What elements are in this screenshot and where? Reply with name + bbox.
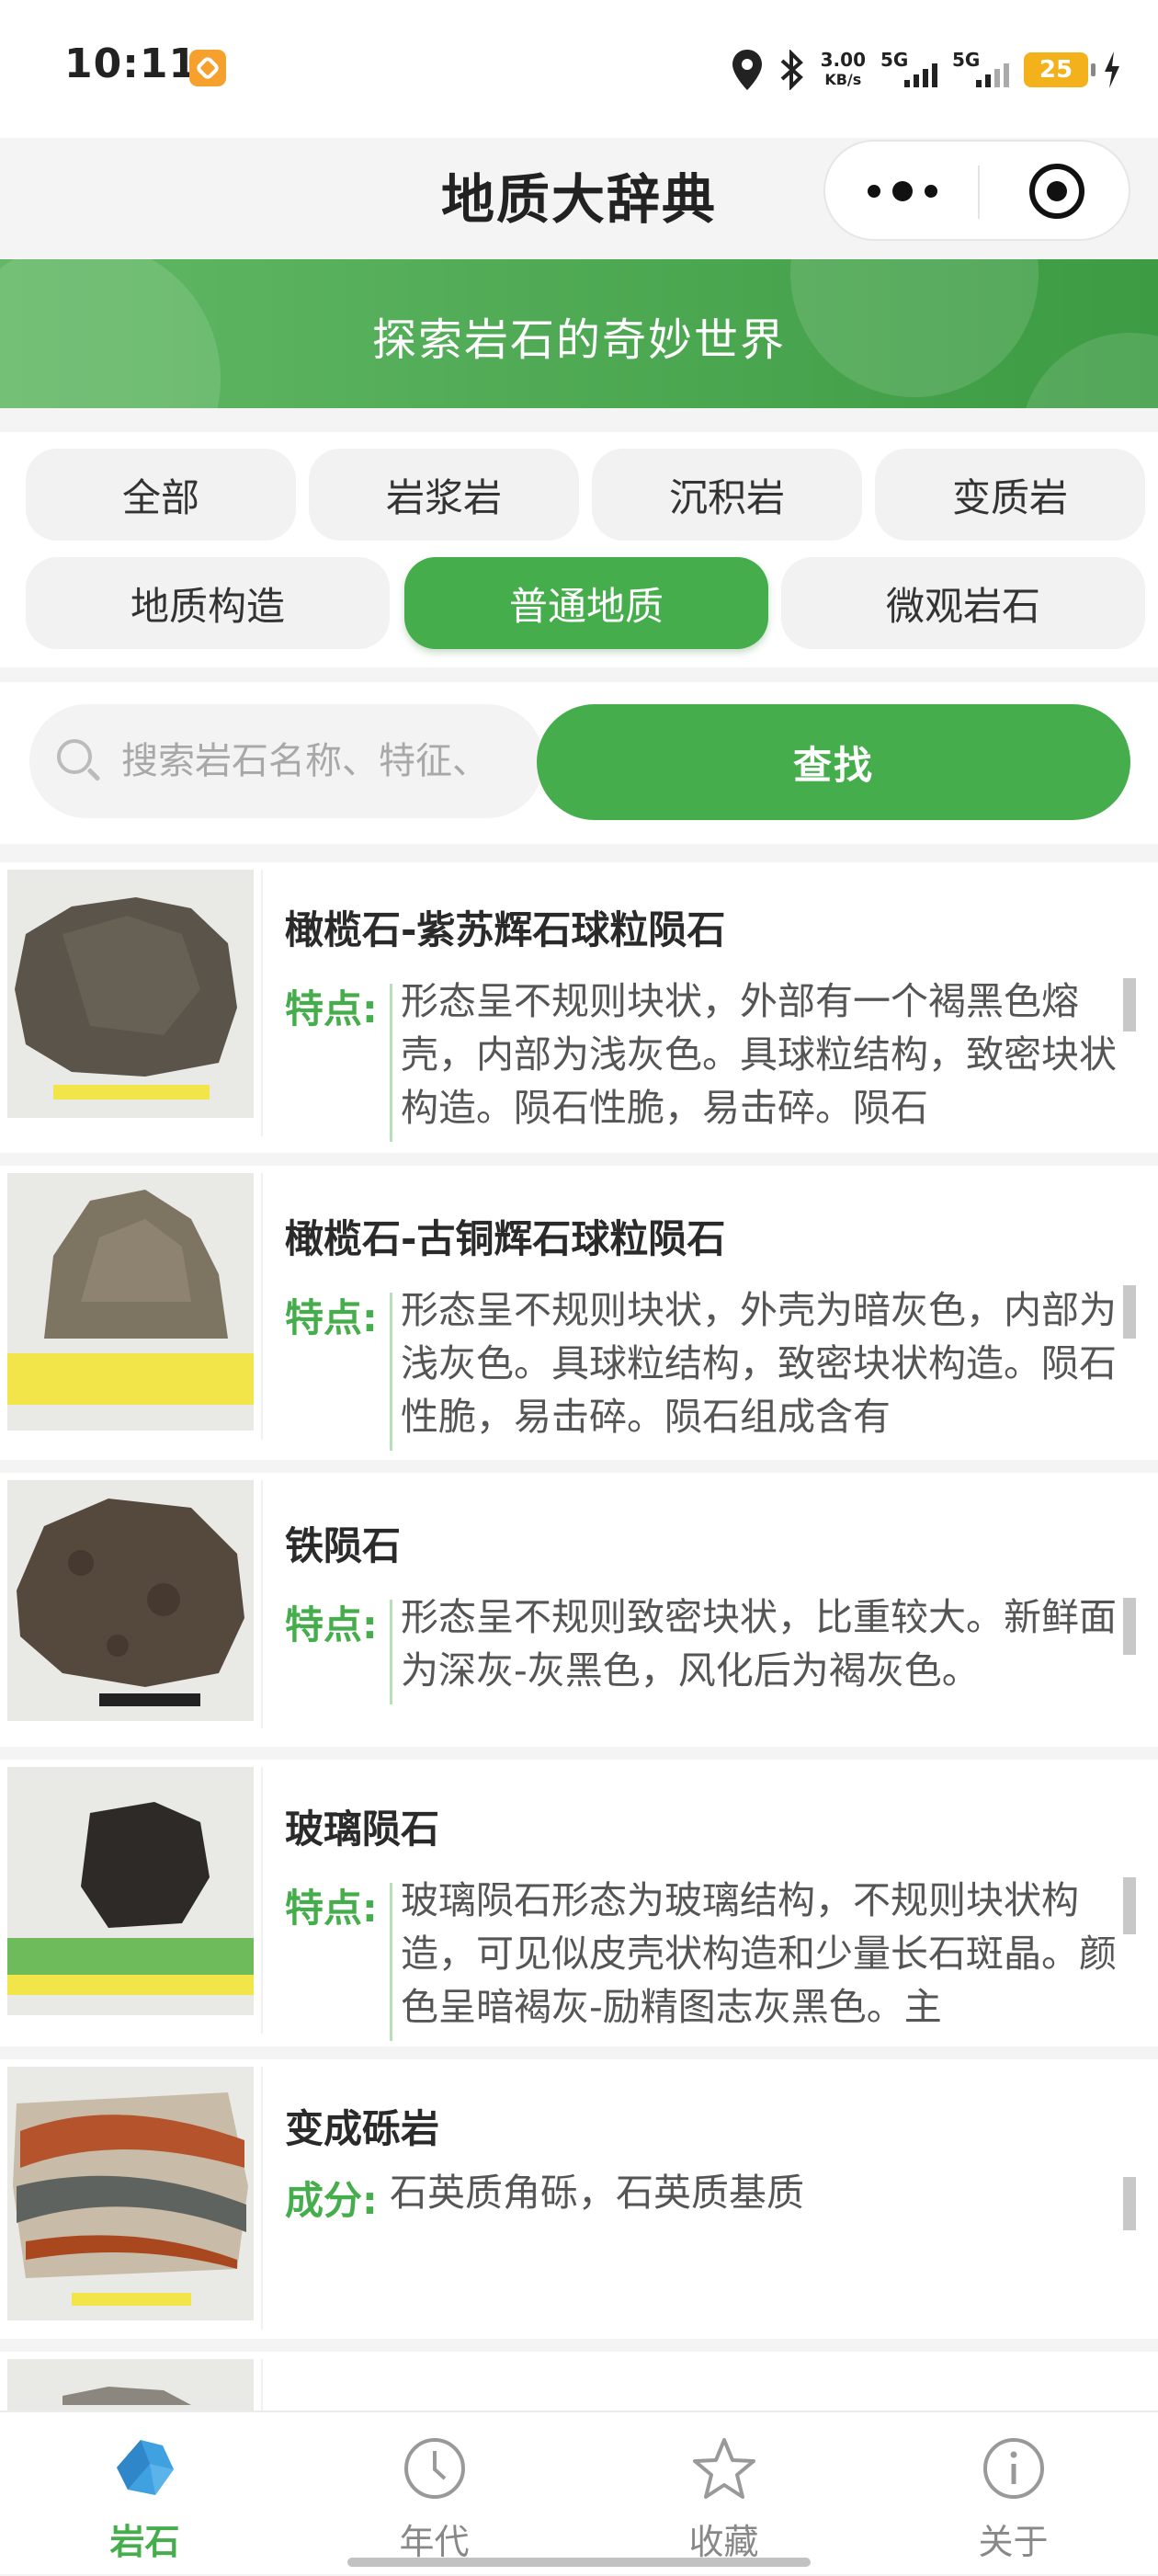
rock-card[interactable]: 变成砾岩 成分: 石英质角砾，石英质基质 <box>0 2059 1158 2339</box>
rock-thumbnail <box>7 870 254 1118</box>
text-scrollbar[interactable] <box>1123 1285 1136 1339</box>
rock-name: 铁陨石 <box>285 1523 402 1568</box>
feature-text: 形态呈不规则块状，外部有一个褐黑色熔壳，内部为浅灰色。具球粒结构，致密块状构造。… <box>401 979 1117 1130</box>
tab-label: 岩石 <box>109 2522 180 2562</box>
tab-label: 关于 <box>978 2522 1049 2562</box>
banner-title: 探索岩石的奇妙世界 <box>371 314 786 366</box>
category-structure[interactable]: 地质构造 <box>26 557 390 649</box>
category-metamorphic[interactable]: 变质岩 <box>875 449 1145 541</box>
composition-label: 成分: <box>285 2178 378 2223</box>
feature-text: 玻璃陨石形态为玻璃结构，不规则块状构造，可见似皮壳状构造和少量长石斑晶。颜色呈暗… <box>401 1878 1117 2029</box>
rock-image <box>13 2092 248 2278</box>
app-notification-icon <box>189 50 226 86</box>
search-icon <box>57 739 92 774</box>
scale-ruler <box>99 1693 200 1706</box>
category-igneous[interactable]: 岩浆岩 <box>309 449 579 541</box>
composition-text: 石英质角砾，石英质基质 <box>390 2171 804 2215</box>
battery-icon: 25 <box>1024 52 1096 87</box>
location-icon <box>732 50 762 90</box>
search-box[interactable] <box>29 704 544 818</box>
rock-thumbnail <box>7 1480 254 1721</box>
rock-card[interactable]: 铁陨石 特点: 形态呈不规则致密块状，比重较大。新鲜面为深灰-灰黑色，风化后为褐… <box>0 1473 1158 1747</box>
network-speed: 3.00 KB/s <box>820 49 866 88</box>
clock-icon <box>404 2438 465 2499</box>
category-micro-rock[interactable]: 微观岩石 <box>781 557 1145 649</box>
status-bar: 10:11 3.00 KB/s 5G 5G 25 <box>0 0 1158 138</box>
rock-card[interactable]: 橄榄石-古铜辉石球粒陨石 特点: 形态呈不规则块状，外壳为暗灰色，内部为浅灰色。… <box>0 1166 1158 1460</box>
rock-thumbnail <box>7 1767 254 2015</box>
text-scrollbar[interactable] <box>1123 978 1136 1032</box>
bottom-tab-bar: 岩石 年代 收藏 关于 <box>0 2411 1158 2574</box>
charging-icon <box>1105 51 1119 88</box>
scale-ruler <box>7 1353 254 1405</box>
status-icons: 3.00 KB/s 5G 5G 25 <box>731 42 1121 97</box>
search-bar: 查找 <box>0 682 1158 844</box>
tab-about[interactable]: 关于 <box>868 2412 1158 2576</box>
rock-name: 变成砾岩 <box>285 2106 440 2151</box>
tab-era[interactable]: 年代 <box>290 2412 579 2576</box>
target-icon[interactable] <box>1029 164 1084 219</box>
feature-text: 形态呈不规则致密块状，比重较大。新鲜面为深灰-灰黑色，风化后为褐灰色。 <box>401 1595 1117 1693</box>
rock-name: 橄榄石-古铜辉石球粒陨石 <box>285 1216 726 1261</box>
rock-image <box>81 1802 210 1928</box>
card-divider <box>261 1480 263 1728</box>
feature-label: 特点: <box>285 986 378 1032</box>
capsule-divider <box>978 165 980 219</box>
feature-label: 特点: <box>285 1295 378 1340</box>
scale-ruler <box>53 1085 210 1100</box>
rock-name: 玻璃陨石 <box>285 1807 440 1852</box>
card-divider <box>261 2067 263 2330</box>
more-dots-icon[interactable] <box>868 180 937 202</box>
rock-image <box>17 1499 244 1687</box>
tab-label: 年代 <box>399 2522 470 2562</box>
category-sedimentary[interactable]: 沉积岩 <box>592 449 862 541</box>
tab-label: 收藏 <box>688 2522 759 2562</box>
rock-card[interactable]: 玻璃陨石 特点: 玻璃陨石形态为玻璃结构，不规则块状构造，可见似皮壳状构造和少量… <box>0 1760 1158 2046</box>
tab-favorites[interactable]: 收藏 <box>579 2412 868 2576</box>
text-scrollbar[interactable] <box>1123 1877 1136 1934</box>
signal-bars-icon <box>976 63 1009 87</box>
signal-1: 5G <box>880 47 937 93</box>
feature-bar <box>390 984 392 1142</box>
feature-label: 特点: <box>285 1602 378 1647</box>
rock-icon <box>117 2440 174 2495</box>
category-general-geology[interactable]: 普通地质 <box>404 557 768 649</box>
scale-ruler <box>72 2293 191 2306</box>
text-scrollbar[interactable] <box>1123 2177 1136 2230</box>
scale-ruler <box>7 1975 254 1995</box>
search-input[interactable] <box>121 704 526 818</box>
category-all[interactable]: 全部 <box>26 449 296 541</box>
tab-rocks[interactable]: 岩石 <box>0 2412 290 2576</box>
rock-image <box>44 1190 228 1339</box>
rock-name: 橄榄石-紫苏辉石球粒陨石 <box>285 907 726 952</box>
star-icon <box>693 2438 755 2499</box>
scale-ruler <box>7 1938 254 1975</box>
feature-label: 特点: <box>285 1886 378 1931</box>
signal-2: 5G <box>952 47 1009 93</box>
card-divider <box>261 870 263 1136</box>
info-icon <box>983 2438 1044 2499</box>
rock-image <box>15 897 237 1077</box>
hero-banner: 探索岩石的奇妙世界 <box>0 259 1158 408</box>
search-button[interactable]: 查找 <box>537 704 1130 820</box>
card-divider <box>261 1767 263 2034</box>
card-divider <box>261 1173 263 1440</box>
category-filter: 全部 岩浆岩 沉积岩 变质岩 地质构造 普通地质 微观岩石 <box>0 432 1158 667</box>
bluetooth-icon <box>780 50 803 90</box>
rock-card[interactable]: 橄榄石-紫苏辉石球粒陨石 特点: 形态呈不规则块状，外部有一个褐黑色熔壳，内部为… <box>0 862 1158 1153</box>
feature-text: 形态呈不规则块状，外壳为暗灰色，内部为浅灰色。具球粒结构，致密块状构造。陨石性脆… <box>401 1288 1117 1439</box>
signal-bars-icon <box>904 63 937 87</box>
feature-bar <box>390 1293 392 1451</box>
rock-thumbnail <box>7 1173 254 1430</box>
rock-thumbnail <box>7 2067 254 2320</box>
home-indicator[interactable] <box>347 2558 811 2567</box>
status-time: 10:11 <box>64 40 199 87</box>
miniprogram-capsule <box>823 140 1130 241</box>
feature-bar <box>390 1883 392 2041</box>
feature-bar <box>390 1600 392 1704</box>
text-scrollbar[interactable] <box>1123 1598 1136 1655</box>
